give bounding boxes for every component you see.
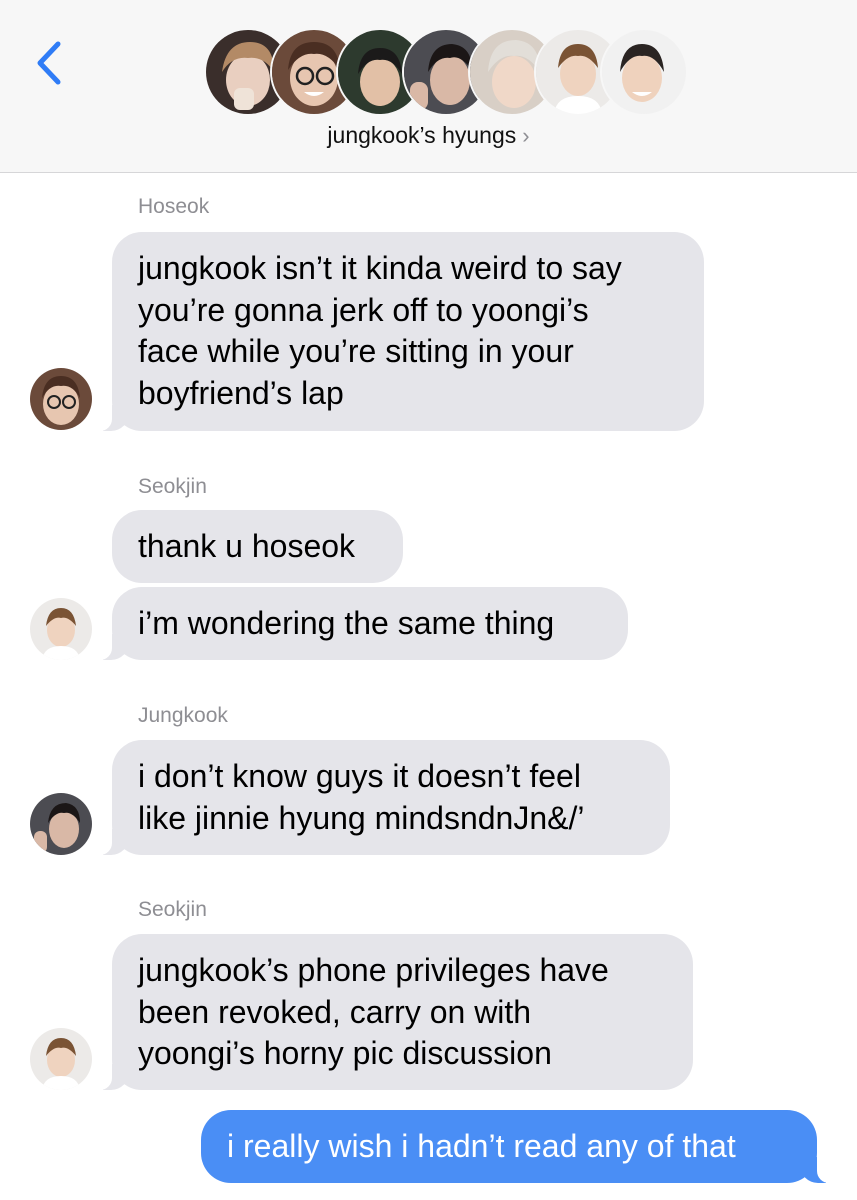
- sender-name: Jungkook: [138, 704, 228, 727]
- message-bubble[interactable]: i’m wondering the same thing: [98, 587, 628, 660]
- message-bubble[interactable]: i don’t know guys it doesn’t feel like j…: [98, 740, 670, 855]
- message-bubble[interactable]: thank u hoseok: [112, 510, 403, 583]
- avatar-hoseok: [30, 368, 92, 430]
- group-name-button[interactable]: jungkook’s hyungs ›: [0, 122, 857, 149]
- group-avatars[interactable]: [204, 28, 688, 116]
- chevron-right-icon: ›: [522, 123, 530, 148]
- message-bubble[interactable]: jungkook’s phone privileges have been re…: [98, 934, 693, 1090]
- sender-name: Seokjin: [138, 475, 207, 498]
- chevron-left-icon: [37, 41, 61, 85]
- sender-name: Seokjin: [138, 898, 207, 921]
- avatar-seokjin: [30, 598, 92, 660]
- conversation-header: jungkook’s hyungs ›: [0, 0, 857, 173]
- avatar-jungkook: [30, 793, 92, 855]
- message-bubble[interactable]: jungkook isn’t it kinda weird to say you…: [98, 232, 704, 431]
- sender-name: Hoseok: [138, 195, 210, 218]
- avatar-taehyung: [600, 28, 688, 116]
- group-name: jungkook’s hyungs: [327, 122, 517, 148]
- back-button[interactable]: [28, 38, 72, 88]
- avatar-seokjin: [30, 1028, 92, 1090]
- sent-message-bubble[interactable]: i really wish i hadn’t read any of that: [201, 1110, 831, 1183]
